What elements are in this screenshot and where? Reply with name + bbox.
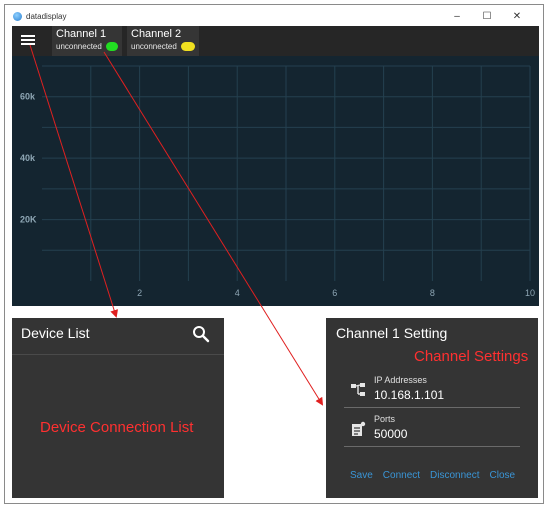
chart-x-tick-label: 10 [525, 288, 535, 298]
title-bar: datadisplay – ☐ ✕ [10, 7, 540, 25]
chart-x-tick-label: 8 [430, 288, 435, 298]
ip-address-field[interactable]: IP Addresses 10.168.1.101 [344, 373, 520, 408]
close-setting-button[interactable]: Close [490, 470, 516, 481]
ip-address-value[interactable]: 10.168.1.101 [374, 388, 444, 402]
channel-1-name: Channel 1 [56, 28, 107, 40]
channel-1-status: unconnected [56, 42, 102, 51]
chart-y-tick-label: 40k [20, 153, 36, 163]
channel-2-status: unconnected [131, 42, 177, 51]
port-label: Ports [374, 414, 396, 424]
maximize-button[interactable]: ☐ [472, 11, 502, 22]
channel-setting-panel: Channel 1 Setting Channel Settings IP Ad… [326, 318, 538, 498]
close-button[interactable]: ✕ [502, 11, 532, 22]
hamburger-menu-icon[interactable] [21, 33, 35, 47]
chart-x-tick-label: 4 [235, 288, 240, 298]
chart-y-tick-label: 60k [20, 92, 36, 102]
data-chart[interactable]: 2 4 6 8 10 60k 40k 20K [12, 56, 539, 306]
tab-channel-2[interactable]: Channel 2 unconnected [127, 26, 199, 56]
toolbar: Channel 1 unconnected Channel 2 unconnec… [12, 26, 539, 56]
save-button[interactable]: Save [350, 470, 373, 481]
channel-settings-annotation: Channel Settings [414, 348, 529, 365]
disconnect-button[interactable]: Disconnect [430, 470, 479, 481]
device-list-title: Device List [21, 325, 90, 341]
channel-2-status-led [180, 42, 195, 51]
tab-channel-1[interactable]: Channel 1 unconnected [52, 26, 122, 56]
app-icon [13, 11, 22, 21]
port-field[interactable]: Ports 50000 [344, 412, 520, 447]
document-settings-icon [352, 421, 366, 436]
chart-x-tick-label: 6 [332, 288, 337, 298]
chart-svg: 2 4 6 8 10 60k 40k 20K [20, 65, 535, 298]
channel-setting-title: Channel 1 Setting [336, 325, 448, 341]
ip-address-label: IP Addresses [374, 375, 427, 385]
minimize-button[interactable]: – [442, 11, 472, 22]
device-list-panel: Device List Device Connection List [12, 318, 224, 498]
device-list-header: Device List [12, 318, 224, 355]
channel-2-name: Channel 2 [131, 28, 182, 40]
chart-x-tick-label: 2 [137, 288, 142, 298]
window-controls: – ☐ ✕ [442, 7, 532, 25]
connect-button[interactable]: Connect [383, 470, 420, 481]
window-title: datadisplay [26, 11, 67, 21]
device-connection-list-annotation: Device Connection List [40, 419, 194, 436]
search-icon[interactable] [192, 325, 210, 343]
channel-1-status-led [105, 42, 118, 51]
port-value[interactable]: 50000 [374, 427, 407, 441]
network-icon [351, 383, 365, 396]
channel-setting-actions: Save Connect Disconnect Close [350, 470, 515, 481]
chart-y-tick-label: 20K [20, 215, 37, 225]
